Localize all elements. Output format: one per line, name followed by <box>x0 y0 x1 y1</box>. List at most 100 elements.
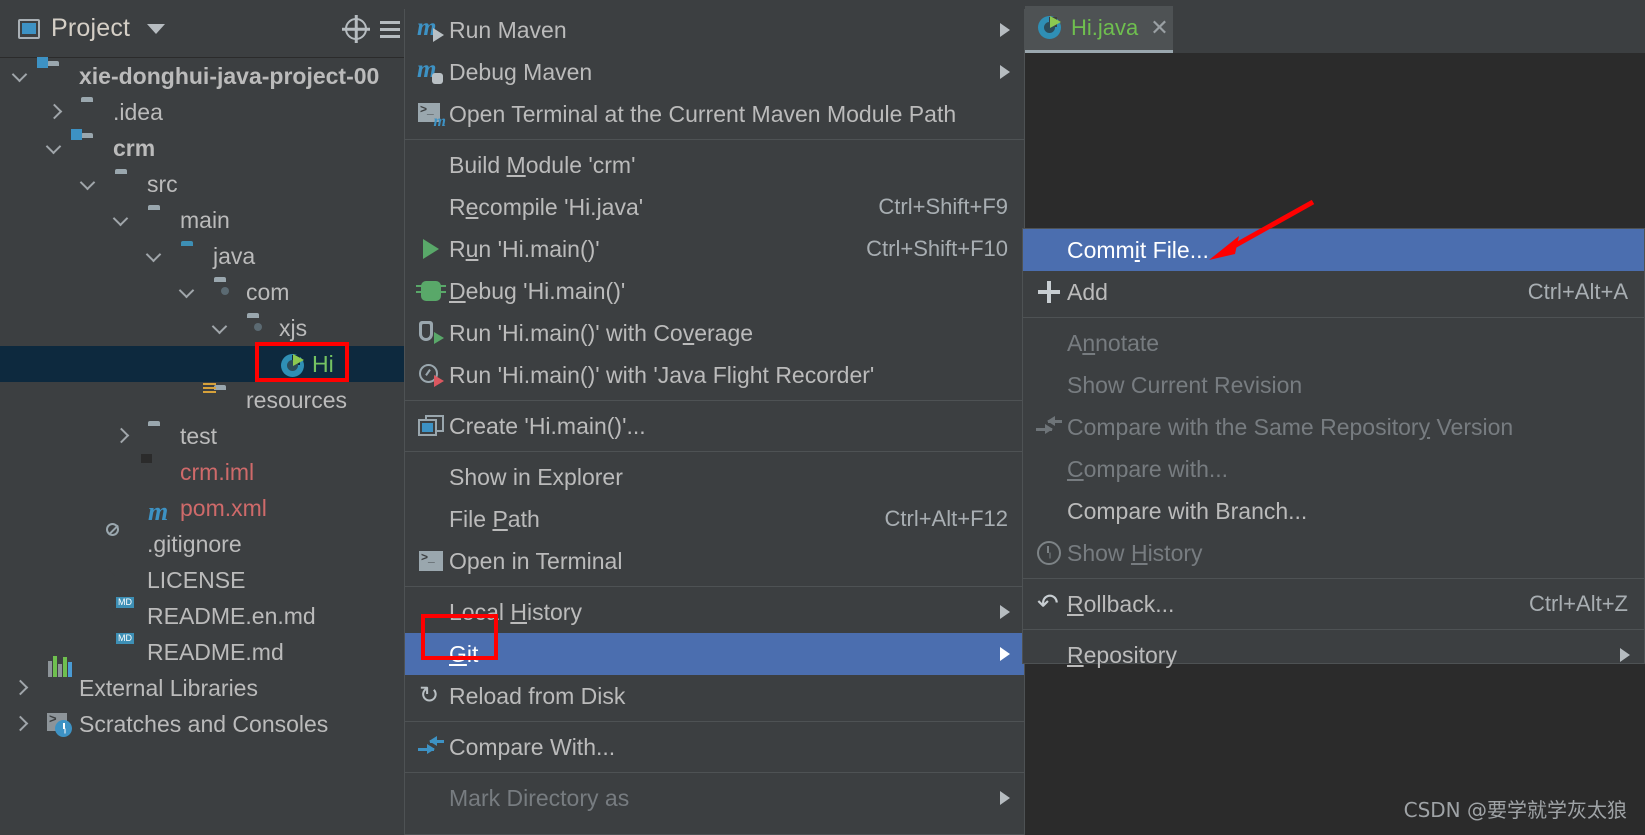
tree-row[interactable]: External Libraries <box>0 656 404 706</box>
folder-icon <box>115 173 141 197</box>
markdown-file-icon: MD <box>116 597 134 608</box>
menu-item[interactable]: Show History <box>1023 532 1644 574</box>
menu-item-label: Mark Directory as <box>449 784 630 811</box>
maven-pom-icon: m <box>148 497 169 526</box>
menu-separator <box>1023 317 1644 318</box>
menu-item[interactable]: Create 'Hi.main()'... <box>405 405 1024 447</box>
menu-item[interactable]: Debug 'Hi.main()' <box>405 270 1024 312</box>
menu-item[interactable]: Compare with Branch... <box>1023 490 1644 532</box>
flight-recorder-icon <box>417 361 445 389</box>
tree-row[interactable]: MD README.en.md <box>0 597 404 634</box>
menu-item-label: Compare with the Same Repository Version <box>1067 413 1514 440</box>
locate-icon[interactable] <box>342 15 370 43</box>
menu-item[interactable]: Mark Directory as <box>405 777 1024 819</box>
menu-item-label: File Path <box>449 505 540 532</box>
menu-item[interactable]: Open in Terminal <box>405 540 1024 582</box>
tree-row[interactable]: Hi <box>0 346 404 382</box>
module-folder-icon <box>37 57 73 89</box>
chevron-down-icon[interactable] <box>214 322 228 336</box>
tree-row[interactable]: test <box>0 418 404 454</box>
folder-icon <box>148 425 174 449</box>
tree-row[interactable]: java <box>0 238 404 274</box>
package-folder-icon <box>247 317 273 341</box>
chevron-right-icon <box>1000 791 1010 805</box>
git-submenu[interactable]: Commit File... Add Ctrl+Alt+A Annotate Show … <box>1022 228 1645 668</box>
tree-row[interactable]: xjs <box>0 310 404 346</box>
chevron-down-icon[interactable] <box>181 286 195 300</box>
menu-item[interactable]: ↻ Reload from Disk <box>405 675 1024 717</box>
project-title-group[interactable]: Project <box>18 14 166 43</box>
menu-item[interactable]: File Path Ctrl+Alt+F12 <box>405 498 1024 540</box>
menu-item[interactable]: mOpen Terminal at the Current Maven Modu… <box>405 93 1024 135</box>
tree-row-label: External Libraries <box>79 674 258 701</box>
tree-row-label: resources <box>246 386 347 413</box>
chevron-right-icon <box>1000 647 1010 661</box>
menu-item[interactable]: Git <box>405 633 1024 675</box>
chevron-down-icon[interactable] <box>115 214 129 228</box>
tree-row-label: xie-donghui-java-project-00 <box>79 62 380 89</box>
tree-row[interactable]: xie-donghui-java-project-00 <box>0 57 404 94</box>
menu-item[interactable]: Compare with... <box>1023 448 1644 490</box>
tree-row[interactable]: src <box>0 166 404 202</box>
menu-item[interactable]: Run 'Hi.main()' with 'Java Flight Record… <box>405 354 1024 396</box>
close-icon[interactable]: ✕ <box>1150 15 1168 41</box>
menu-separator <box>405 139 1024 140</box>
editor-tab-hi-java[interactable]: Hi.java ✕ <box>1003 6 1173 53</box>
menu-item-label: Run 'Hi.main()' with 'Java Flight Record… <box>449 361 875 388</box>
folder-icon <box>148 209 174 233</box>
menu-item[interactable]: Compare with the Same Repository Version <box>1023 406 1644 448</box>
menu-item-label: Annotate <box>1067 329 1160 356</box>
tree-row[interactable]: LICENSE <box>0 562 404 598</box>
menu-item-label: Compare with... <box>1067 455 1229 482</box>
tree-row[interactable]: .gitignore <box>0 523 404 562</box>
menu-item[interactable]: m Run Maven <box>405 9 1024 51</box>
menu-item[interactable]: ↶ Rollback... Ctrl+Alt+Z <box>1023 583 1644 625</box>
menu-item[interactable]: Show in Explorer <box>405 456 1024 498</box>
chevron-right-icon[interactable] <box>115 429 129 443</box>
menu-item[interactable]: Show Current Revision <box>1023 364 1644 406</box>
menu-item-label: Compare with Branch... <box>1067 497 1308 524</box>
menu-item[interactable]: Add Ctrl+Alt+A <box>1023 271 1644 313</box>
tree-row-label: main <box>180 206 230 233</box>
chevron-down-icon[interactable] <box>148 250 162 264</box>
menu-item[interactable]: m Debug Maven <box>405 51 1024 93</box>
project-tree[interactable]: xie-donghui-java-project-00 .idea crm src ma… <box>0 57 404 742</box>
file-context-menu[interactable]: mRun MavenmDebug MavenmOpen Terminal at … <box>404 9 1025 835</box>
collapse-all-icon[interactable] <box>380 16 402 42</box>
menu-item-label: Local History <box>449 598 582 625</box>
menu-item-shortcut: Ctrl+Alt+Z <box>1528 591 1628 616</box>
rollback-icon: ↶ <box>1037 588 1059 618</box>
tree-row-label: pom.xml <box>180 494 267 521</box>
tree-row[interactable]: resources <box>0 382 404 418</box>
tree-row[interactable]: .idea <box>0 94 404 130</box>
chevron-right-icon[interactable] <box>14 717 28 731</box>
menu-item[interactable]: Commit File... <box>1023 229 1644 271</box>
chevron-down-icon[interactable] <box>14 70 28 84</box>
menu-item-label: Add <box>1067 278 1108 305</box>
tree-row[interactable]: m pom.xml <box>0 490 404 527</box>
menu-item[interactable]: Repository <box>1023 634 1644 676</box>
tree-row[interactable]: crm.iml <box>0 454 404 490</box>
menu-item-label: Rollback... <box>1067 590 1175 617</box>
tree-row[interactable]: com <box>0 274 404 310</box>
terminal-maven-icon: m <box>417 100 446 130</box>
menu-item[interactable]: Annotate <box>1023 322 1644 364</box>
resources-folder-icon <box>203 383 240 413</box>
chevron-down-icon[interactable] <box>48 142 62 156</box>
menu-item[interactable]: Run 'Hi.main()' with Coverage <box>405 312 1024 354</box>
chevron-down-icon[interactable] <box>147 23 166 34</box>
project-window-icon <box>18 18 40 39</box>
reload-icon: ↻ <box>419 682 440 709</box>
tree-row[interactable]: crm <box>0 129 404 166</box>
menu-item[interactable]: Recompile 'Hi.java' Ctrl+Shift+F9 <box>405 186 1024 228</box>
menu-item[interactable]: Build Module 'crm' <box>405 144 1024 186</box>
chevron-right-icon[interactable] <box>48 105 62 119</box>
tree-row[interactable]: main <box>0 202 404 238</box>
tree-row[interactable]: Scratches and Consoles <box>0 706 404 742</box>
menu-item[interactable]: Local History <box>405 591 1024 633</box>
folder-icon <box>81 101 107 125</box>
menu-item[interactable]: Run 'Hi.main()' Ctrl+Shift+F10 <box>405 228 1024 270</box>
chevron-right-icon[interactable] <box>14 681 28 695</box>
chevron-down-icon[interactable] <box>82 178 96 192</box>
menu-item[interactable]: Compare With... <box>405 726 1024 768</box>
